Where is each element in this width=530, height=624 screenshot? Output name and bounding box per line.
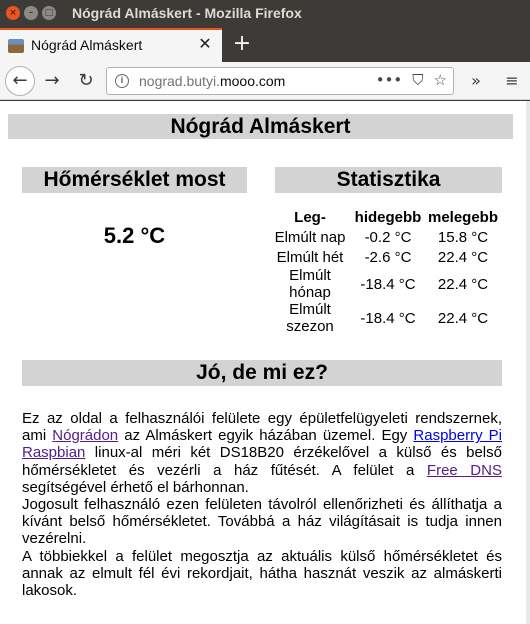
coldest-value: -18.4 °C (360, 275, 416, 293)
tab-active[interactable]: Nógrád Almáskert ✕ (0, 28, 222, 62)
row-label: Elmúlt hét (276, 248, 344, 266)
coldest-value: -2.6 °C (364, 248, 412, 266)
warmest-value: 22.4 °C (437, 248, 489, 266)
window-maximize-button[interactable]: □ (42, 6, 56, 20)
tab-close-icon[interactable]: ✕ (196, 35, 214, 53)
window-title: Nógrád Almáskert - Mozilla Firefox (72, 5, 302, 21)
header-leg: Leg- (294, 208, 326, 226)
table-row: Elmúlt szezon -18.4 °C 22.4 °C (269, 301, 501, 335)
page-title: Nógrád Almáskert (8, 114, 513, 139)
url-bar[interactable]: i nograd.butyi.mooo.com ••• ⛉ ☆ (106, 67, 454, 95)
row-label: Elmúlt hónap (289, 267, 331, 301)
tab-strip: Nógrád Almáskert ✕ + (0, 28, 530, 62)
about-heading: Jó, de mi ez? (22, 360, 502, 386)
page-actions-icon[interactable]: ••• (376, 71, 403, 89)
hamburger-menu-button[interactable]: ≡ (500, 67, 524, 95)
coldest-value: -0.2 °C (364, 228, 412, 246)
tab-title: Nógrád Almáskert (31, 37, 143, 53)
statistics-table: Leg- hidegebb melegebb Elmúlt nap -0.2 °… (269, 207, 501, 336)
page-content: Nógrád Almáskert Hőmérséklet most 5.2 °C… (8, 114, 513, 599)
warmest-value: 15.8 °C (437, 228, 489, 246)
url-domain: mooo.com (219, 73, 286, 89)
row-label: Elmúlt szezon (286, 301, 334, 335)
nograd-link[interactable]: Nógrádon (52, 427, 118, 444)
toolbar-overflow-button[interactable]: » (464, 67, 488, 95)
statistics-header-row: Leg- hidegebb melegebb (269, 207, 501, 227)
row-label: Elmúlt nap (274, 228, 346, 246)
new-tab-button[interactable]: + (230, 31, 254, 57)
raspbian-link[interactable]: Raspbian (22, 444, 85, 461)
reload-button[interactable]: ↻ (72, 67, 100, 95)
url-text[interactable]: nograd.butyi.mooo.com (139, 73, 285, 89)
favicon-icon (8, 39, 24, 53)
header-coldest: hidegebb (354, 208, 422, 226)
url-bar-actions: ••• ⛉ ☆ (376, 71, 447, 89)
about-text-part: segítségével érhető el bárhonnan. (22, 478, 249, 496)
warmest-value: 22.4 °C (437, 309, 489, 327)
page-scrollbar[interactable] (526, 101, 530, 624)
forward-button[interactable]: → (38, 67, 66, 95)
bookmark-star-icon[interactable]: ☆ (434, 71, 447, 89)
info-columns: Hőmérséklet most 5.2 °C Statisztika Leg-… (8, 167, 513, 360)
window-minimize-button[interactable]: – (24, 6, 38, 20)
window-titlebar: × – □ Nógrád Almáskert - Mozilla Firefox (0, 0, 530, 28)
table-row: Elmúlt hónap -18.4 °C 22.4 °C (269, 267, 501, 301)
back-button[interactable]: ← (5, 66, 35, 96)
coldest-value: -18.4 °C (360, 309, 416, 327)
site-info-icon[interactable]: i (115, 74, 129, 88)
navigation-bar: ← → ↻ i nograd.butyi.mooo.com ••• ⛉ ☆ » … (0, 62, 530, 100)
current-temperature-value: 5.2 °C (103, 223, 166, 248)
warmest-value: 22.4 °C (437, 275, 489, 293)
about-paragraph-access: Jogosult felhasználó ezen felületen távo… (22, 496, 502, 548)
pocket-icon[interactable]: ⛉ (412, 71, 423, 89)
table-row: Elmúlt nap -0.2 °C 15.8 °C (269, 227, 501, 247)
page-viewport: Nógrád Almáskert Hőmérséklet most 5.2 °C… (0, 101, 530, 624)
about-text-part: az Almáskert egyik házában üzemel. Egy (118, 427, 414, 445)
window-controls: × – □ (6, 6, 56, 20)
table-row: Elmúlt hét -2.6 °C 22.4 °C (269, 247, 501, 267)
window-close-button[interactable]: × (6, 6, 20, 20)
url-prefix: nograd.butyi. (139, 73, 220, 89)
raspberry-pi-link[interactable]: Raspberry Pi (413, 427, 502, 444)
free-dns-link[interactable]: Free DNS (427, 462, 502, 479)
about-text: Ez az oldal a felhasználói felülete egy … (22, 410, 502, 599)
current-temperature-heading: Hőmérséklet most (22, 167, 247, 193)
header-warmest: melegebb (427, 208, 499, 226)
statistics-section: Statisztika Leg- hidegebb melegebb Elmúl… (275, 167, 502, 335)
statistics-heading: Statisztika (275, 167, 502, 193)
current-temperature-section: Hőmérséklet most 5.2 °C (22, 167, 247, 249)
about-paragraph-sharing: A többiekkel a felület megosztja az aktu… (22, 547, 502, 600)
